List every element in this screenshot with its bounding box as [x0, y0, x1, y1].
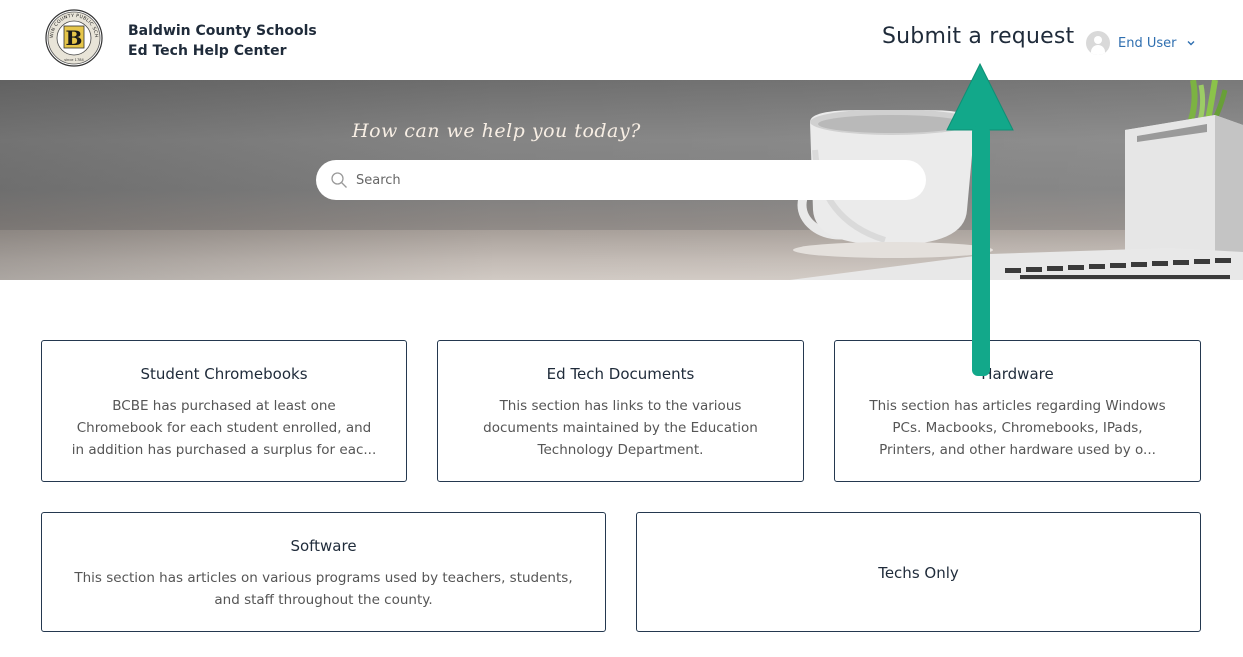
logo-letter: B: [66, 26, 83, 50]
user-menu[interactable]: End User: [1086, 31, 1196, 55]
submit-request-link[interactable]: Submit a request: [882, 24, 1074, 49]
laptop-image: [790, 248, 1243, 280]
category-card-software[interactable]: Software This section has articles on va…: [41, 512, 606, 632]
category-title: Ed Tech Documents: [546, 365, 695, 383]
brand-line-1: Baldwin County Schools: [128, 23, 317, 39]
hero-banner: How can we help you today?: [0, 80, 1243, 280]
category-title: Software: [290, 537, 357, 555]
category-card-ed-tech-documents[interactable]: Ed Tech Documents This section has links…: [437, 340, 804, 482]
hero-title: How can we help you today?: [352, 120, 641, 142]
chevron-down-icon: [1187, 41, 1195, 46]
category-title: Techs Only: [878, 564, 959, 582]
category-title: Student Chromebooks: [140, 365, 308, 383]
category-card-hardware[interactable]: Hardware This section has articles regar…: [834, 340, 1201, 482]
category-description: BCBE has purchased at least one Chromebo…: [71, 398, 377, 458]
category-description: This section has articles on various pro…: [74, 570, 573, 608]
user-name: End User: [1118, 35, 1177, 51]
search-bar[interactable]: [316, 160, 926, 200]
site-header: B BALDWIN COUNTY PUBLIC SCHOOLS since 17…: [0, 0, 1243, 80]
category-description: This section has links to the various do…: [483, 398, 758, 458]
brand-title[interactable]: Baldwin County Schools Ed Tech Help Cent…: [128, 21, 317, 61]
brand-line-2: Ed Tech Help Center: [128, 43, 287, 59]
category-card-student-chromebooks[interactable]: Student Chromebooks BCBE has purchased a…: [41, 340, 407, 482]
search-input[interactable]: [356, 172, 896, 188]
category-card-techs-only[interactable]: Techs Only: [636, 512, 1201, 632]
arrow-up-icon: [946, 62, 1014, 376]
category-description: This section has articles regarding Wind…: [869, 398, 1166, 458]
school-seal-icon[interactable]: B BALDWIN COUNTY PUBLIC SCHOOLS since 17…: [45, 9, 103, 67]
category-title: Hardware: [981, 365, 1054, 383]
logo-since-text: since 1784: [64, 58, 84, 62]
user-avatar-icon: [1086, 31, 1110, 55]
search-icon: [331, 172, 347, 188]
